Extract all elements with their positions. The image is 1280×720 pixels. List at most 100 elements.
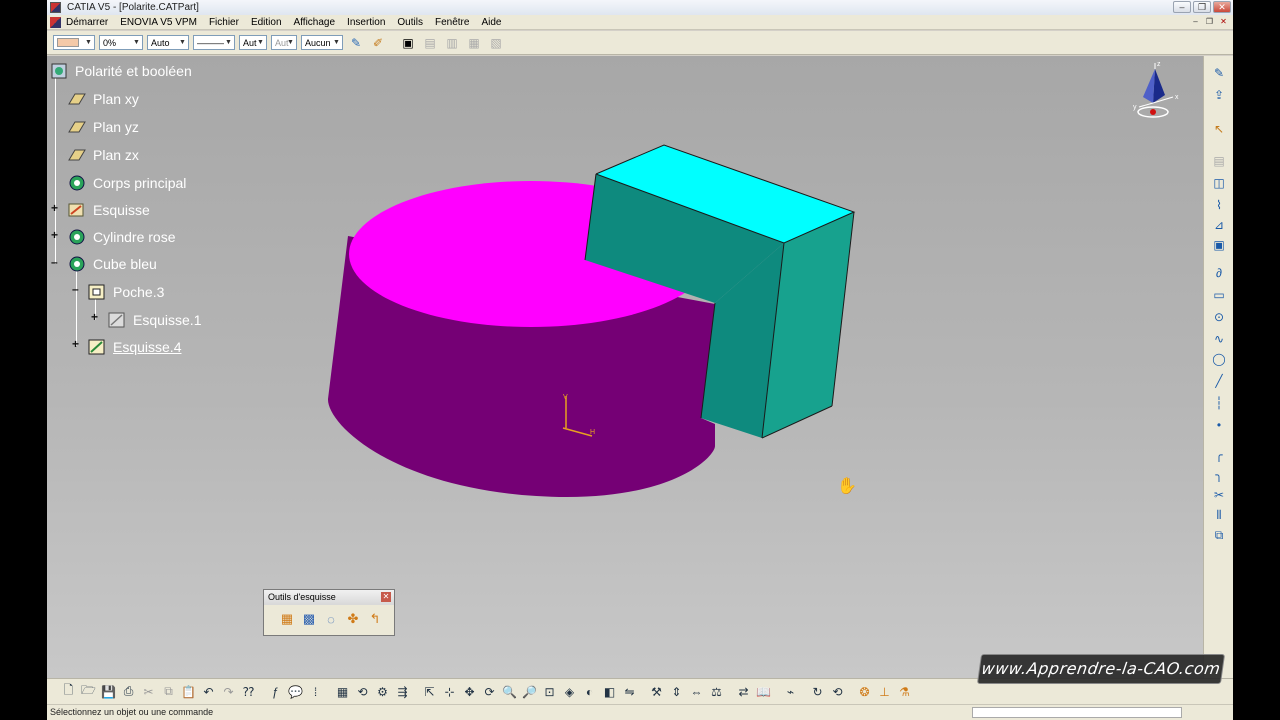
comment-icon[interactable]: 💬 — [286, 682, 305, 701]
profile-icon[interactable]: ⌇ — [1210, 196, 1228, 214]
fit-all-icon[interactable]: ⇱ — [420, 682, 439, 701]
snap-to-point-icon[interactable]: ▩ — [300, 611, 318, 627]
hide-show-icon[interactable]: ◧ — [600, 682, 619, 701]
tree-node-esquisse1[interactable]: Esquisse.1 — [107, 309, 201, 331]
constraint-icon[interactable]: ⊿ — [1210, 216, 1228, 234]
geometrical-constraints-icon[interactable]: ✤ — [344, 611, 362, 627]
knowledge-icon[interactable]: ⚗ — [895, 682, 914, 701]
measure-item-icon[interactable]: ⇔ — [687, 682, 706, 701]
collapse-poche-icon[interactable]: – — [72, 283, 81, 295]
cut-by-plane-icon[interactable]: ◫ — [1210, 174, 1228, 192]
print-icon[interactable]: ⎙ — [119, 682, 138, 701]
menu-affichage[interactable]: Affichage — [288, 17, 342, 28]
spline-icon[interactable]: ∿ — [1210, 330, 1228, 348]
ellipse-icon[interactable]: ◯ — [1210, 350, 1228, 368]
minimize-button[interactable]: – — [1173, 1, 1191, 13]
menu-outils[interactable]: Outils — [391, 17, 429, 28]
cut-icon[interactable]: ✂ — [139, 682, 158, 701]
command-input[interactable] — [972, 707, 1182, 718]
zoom-out-icon[interactable]: 🔎 — [520, 682, 539, 701]
new-icon[interactable]: 🗋 — [59, 682, 78, 701]
menu-insertion[interactable]: Insertion — [341, 17, 391, 28]
properties-icon[interactable]: ▣ — [399, 34, 417, 52]
catalog-icon[interactable]: 📖 — [754, 682, 773, 701]
swap-visible-icon[interactable]: ⇋ — [620, 682, 639, 701]
copy-icon[interactable]: ⧉ — [159, 682, 178, 701]
hide-icon[interactable]: ⁞ — [306, 682, 325, 701]
shading-icon[interactable]: ◐ — [580, 682, 599, 701]
grid-icon[interactable]: ▦ — [278, 611, 296, 627]
linetype-combo[interactable]: ——— ▼ — [193, 35, 235, 50]
profile-tool-icon[interactable]: ∂ — [1210, 264, 1228, 282]
menu-demarrer[interactable]: Démarrer — [66, 17, 114, 28]
construction-element-icon[interactable]: ◌ — [322, 611, 340, 627]
tree-node-esquisse[interactable]: Esquisse — [67, 199, 150, 221]
axis-system-icon[interactable]: ⊥ — [875, 682, 894, 701]
quick-view-icon[interactable]: ◈ — [560, 682, 579, 701]
tree-root[interactable]: Polarité et booléen — [49, 60, 192, 82]
sketch-icon[interactable]: ✎ — [1210, 64, 1228, 82]
constraints-display-icon[interactable]: ⟲ — [353, 682, 372, 701]
tree-node-plan-yz[interactable]: Plan yz — [67, 116, 139, 138]
zoom-in-icon[interactable]: 🔍 — [500, 682, 519, 701]
axis-icon[interactable]: ┆ — [1210, 394, 1228, 412]
tree-node-esquisse4[interactable]: Esquisse.4 — [87, 336, 181, 358]
painter-icon[interactable]: ✎ — [347, 34, 365, 52]
animate-constraint-icon[interactable]: ▣ — [1210, 236, 1228, 254]
document-menu-icon[interactable] — [50, 16, 61, 28]
grid-icon[interactable]: ▦ — [333, 682, 352, 701]
arrange-icon[interactable]: ⇄ — [734, 682, 753, 701]
whats-this-icon[interactable]: ⁇ — [239, 682, 258, 701]
apply-material-icon[interactable]: ❂ — [855, 682, 874, 701]
collapse-cube-icon[interactable]: – — [51, 256, 60, 268]
sketch-tools-close-button[interactable]: ✕ — [381, 592, 391, 602]
layer-combo[interactable]: Aucun ▼ — [301, 35, 343, 50]
chamfer-icon[interactable]: ╮ — [1210, 466, 1228, 484]
3d-viewport[interactable]: V H Polarité et booléen Plan xy Plan yz … — [47, 56, 1203, 678]
menu-fichier[interactable]: Fichier — [203, 17, 245, 28]
fill-color-combo[interactable]: ▼ — [53, 35, 95, 50]
exit-workbench-icon[interactable]: ⇪ — [1210, 86, 1228, 104]
tree-node-cylindre-rose[interactable]: Cylindre rose — [67, 226, 175, 248]
transparency-combo[interactable]: 0% ▼ — [99, 35, 143, 50]
doc-minimize-button[interactable]: – — [1190, 17, 1201, 27]
paste-icon[interactable]: 📋 — [179, 682, 198, 701]
tree-node-corps-principal[interactable]: Corps principal — [67, 172, 186, 194]
mirror-icon[interactable]: ⫴ — [1210, 506, 1228, 524]
close-button[interactable]: ✕ — [1213, 1, 1231, 13]
visualization-icon[interactable]: ⚙ — [373, 682, 392, 701]
corner-icon[interactable]: ╭ — [1210, 446, 1228, 464]
tree-node-plan-zx[interactable]: Plan zx — [67, 144, 139, 166]
normal-view-icon[interactable]: ⊹ — [440, 682, 459, 701]
doc-restore-button[interactable]: ❐ — [1204, 17, 1215, 27]
normal-view-icon[interactable]: ⊡ — [540, 682, 559, 701]
brush-icon[interactable]: ✐ — [369, 34, 387, 52]
inertia-icon[interactable]: ⚖ — [707, 682, 726, 701]
rotate-icon[interactable]: ⟳ — [480, 682, 499, 701]
measure-icon[interactable]: ⚒ — [647, 682, 666, 701]
menu-edition[interactable]: Edition — [245, 17, 288, 28]
select-icon[interactable]: ↖ — [1210, 120, 1228, 138]
expand-esquisse1-icon[interactable]: + — [91, 311, 100, 323]
menu-fenetre[interactable]: Fenêtre — [429, 17, 475, 28]
menu-enovia[interactable]: ENOVIA V5 VPM — [114, 17, 203, 28]
project-3d-icon[interactable]: ⧉ — [1210, 526, 1228, 544]
dimensional-constraints-icon[interactable]: ↰ — [366, 611, 384, 627]
thickness-combo[interactable]: Auto ▼ — [147, 35, 189, 50]
open-icon[interactable]: 🗁 — [79, 682, 98, 701]
measure-between-icon[interactable]: ⇕ — [667, 682, 686, 701]
redo-icon[interactable]: ↷ — [219, 682, 238, 701]
tree-node-poche3[interactable]: Poche.3 — [87, 281, 164, 303]
fly-mode-icon[interactable]: ⇶ — [393, 682, 412, 701]
point-icon[interactable]: • — [1210, 416, 1228, 434]
sketch-tools-header[interactable]: Outils d'esquisse ✕ — [264, 590, 394, 605]
update-icon[interactable]: ↻ — [808, 682, 827, 701]
line-icon[interactable]: ╱ — [1210, 372, 1228, 390]
formula-icon[interactable]: ƒ — [266, 682, 285, 701]
compass-widget[interactable]: z x y — [1127, 59, 1187, 123]
tree-node-cube-bleu[interactable]: Cube bleu — [67, 253, 157, 275]
expand-esquisse-icon[interactable]: + — [51, 202, 60, 214]
trim-icon[interactable]: ✂ — [1210, 486, 1228, 504]
save-icon[interactable]: 💾 — [99, 682, 118, 701]
expand-cylindre-icon[interactable]: + — [51, 229, 60, 241]
